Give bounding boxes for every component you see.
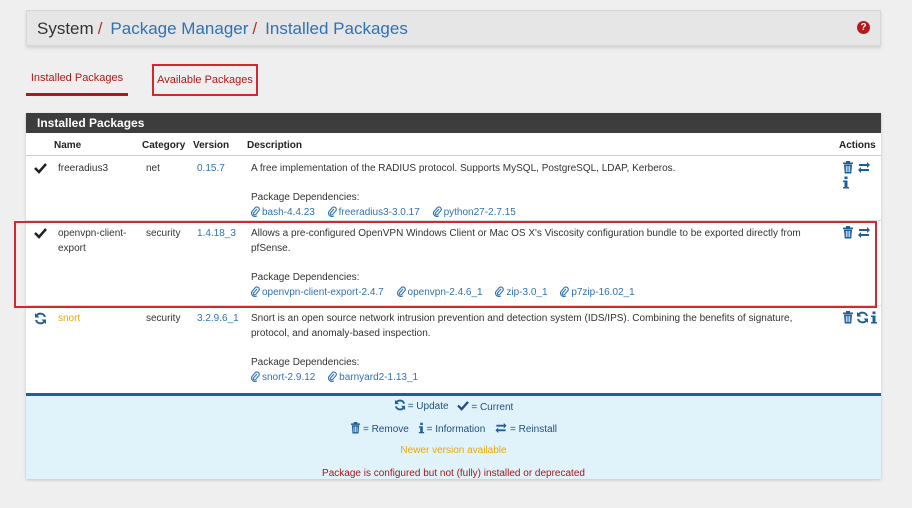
row-actions (842, 226, 878, 240)
package-category: net (146, 163, 160, 174)
dependency-link[interactable]: bash-4.4.23 (251, 206, 315, 218)
breadcrumb: System / Package Manager / Installed Pac… (37, 19, 408, 39)
package-version-link[interactable]: 1.4.18_3 (197, 226, 236, 241)
dependency-link[interactable]: p7zip-16.02_1 (560, 286, 635, 298)
update-icon (394, 399, 406, 414)
row-actions (842, 311, 878, 325)
help-icon[interactable]: ? (857, 21, 870, 34)
dependency-link[interactable]: zip-3.0_1 (495, 286, 548, 298)
column-header-version: Version (193, 140, 230, 151)
installed-packages-panel: Installed Packages Name Category Version… (26, 113, 881, 479)
check-icon (34, 162, 48, 176)
dependency-link[interactable]: python27-2.7.15 (432, 206, 516, 218)
check-icon (34, 227, 48, 241)
trash-icon[interactable] (842, 226, 856, 240)
dependency-link[interactable]: barnyard2-1.13_1 (328, 371, 418, 383)
tab-installed-packages[interactable]: Installed Packages (26, 64, 128, 96)
paperclip-icon (495, 286, 505, 302)
breadcrumb-installed-packages[interactable]: Installed Packages (265, 19, 408, 39)
package-version-link[interactable]: 0.15.7 (197, 161, 225, 176)
panel-title: Installed Packages (26, 113, 881, 133)
legend-current: = Current (457, 400, 513, 414)
dependencies-label: Package Dependencies: (251, 357, 360, 368)
legend-remove: = Remove (350, 422, 409, 437)
trash-icon[interactable] (842, 161, 856, 175)
paperclip-icon (328, 371, 337, 387)
update-icon[interactable] (856, 311, 869, 325)
package-name-link[interactable]: snort (58, 311, 140, 326)
package-description: A free implementation of the RADIUS prot… (251, 161, 831, 222)
dependency-link[interactable]: freeradius3-3.0.17 (327, 206, 420, 218)
info-icon[interactable] (842, 176, 856, 190)
breadcrumb-package-manager[interactable]: Package Manager (110, 19, 248, 39)
legend-newer-version: Newer version available (400, 445, 507, 456)
info-icon (418, 422, 425, 437)
check-icon (457, 400, 470, 414)
package-category: security (146, 228, 181, 239)
trash-icon[interactable] (842, 311, 855, 325)
package-category: security (146, 313, 181, 324)
reinstall-icon[interactable] (857, 161, 871, 175)
package-name: openvpn-client-export (58, 228, 127, 254)
reinstall-icon (494, 422, 508, 437)
legend-line: = Remove = Information = Reinstall (26, 422, 881, 437)
info-icon[interactable] (870, 311, 878, 325)
row-actions (842, 161, 878, 190)
legend-deprecated: Package is configured but not (fully) in… (322, 468, 585, 479)
column-header-description: Description (247, 140, 303, 151)
legend: = Update = Current = Remove = Informatio… (26, 393, 881, 479)
paperclip-icon (251, 371, 260, 387)
table-row: freeradius3 net 0.15.7 A free implementa… (26, 156, 881, 220)
tab-available-packages[interactable]: Available Packages (152, 64, 258, 96)
legend-information: = Information (418, 422, 485, 437)
legend-line: = Update = Current (26, 399, 881, 414)
breadcrumb-root: System (37, 19, 94, 38)
trash-icon (350, 422, 361, 437)
package-name: freeradius3 (58, 163, 109, 174)
description-text: Allows a pre-configured OpenVPN Windows … (251, 228, 801, 254)
package-description: Allows a pre-configured OpenVPN Windows … (251, 226, 831, 302)
table-row: openvpn-client-export security 1.4.18_3 … (26, 220, 881, 305)
description-text: A free implementation of the RADIUS prot… (251, 163, 676, 174)
dependency-link[interactable]: snort-2.9.12 (251, 371, 315, 383)
legend-update: = Update (394, 399, 449, 414)
breadcrumb-bar: System / Package Manager / Installed Pac… (26, 10, 881, 46)
column-header-category: Category (142, 140, 186, 151)
breadcrumb-separator: / (97, 19, 103, 38)
dependency-link[interactable]: openvpn-2.4.6_1 (396, 286, 483, 298)
paperclip-icon (251, 286, 260, 302)
paperclip-icon (560, 286, 570, 302)
dependency-link[interactable]: openvpn-client-export-2.4.7 (251, 286, 384, 298)
description-text: Snort is an open source network intrusio… (251, 313, 793, 339)
package-version-link[interactable]: 3.2.9.6_1 (197, 311, 239, 326)
table-row: snort security 3.2.9.6_1 Snort is an ope… (26, 305, 881, 390)
column-header-name: Name (54, 140, 82, 151)
column-header-actions: Actions (839, 140, 876, 151)
package-description: Snort is an open source network intrusio… (251, 311, 831, 387)
dependencies-label: Package Dependencies: (251, 272, 360, 283)
legend-reinstall: = Reinstall (494, 422, 557, 437)
paperclip-icon (396, 286, 406, 302)
dependencies-label: Package Dependencies: (251, 192, 360, 203)
update-icon (34, 312, 48, 326)
reinstall-icon[interactable] (857, 226, 871, 240)
breadcrumb-separator: / (252, 19, 258, 38)
